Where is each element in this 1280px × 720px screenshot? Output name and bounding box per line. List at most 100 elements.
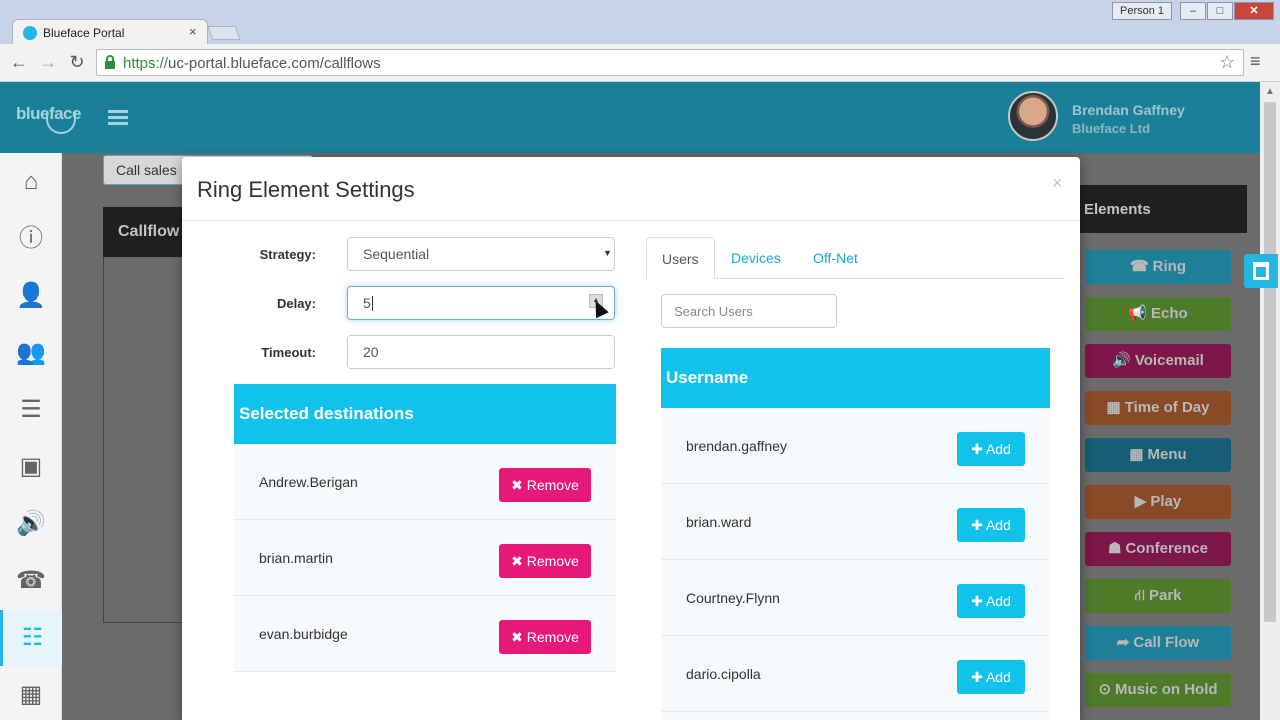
home-icon[interactable]: ⌂	[0, 154, 62, 210]
add-button[interactable]: ✚ Add	[957, 660, 1025, 694]
play-icon: ▶	[1134, 493, 1147, 510]
element-label: Call Flow	[1133, 634, 1200, 651]
notepad-icon[interactable]: ☰	[0, 382, 62, 438]
building-icon[interactable]	[1244, 254, 1278, 288]
username-cell: brian.ward	[686, 514, 752, 530]
element-label: Ring	[1152, 258, 1186, 275]
list-item: Andrew.Berigan ✖ Remove	[234, 444, 616, 520]
users-panel: Username brendan.gaffney ✚ Add brian.war…	[661, 348, 1050, 720]
delay-value: 5	[363, 295, 371, 311]
maximize-button[interactable]: □	[1207, 2, 1233, 20]
lock-icon	[105, 55, 115, 69]
app-header: blueface Brendan Gaffney Blueface Ltd	[0, 82, 1260, 153]
element-label: Echo	[1151, 305, 1188, 322]
sidebar: ⌂ ⓘ 👤 👥 ☰ ▣ 🔊 ☎ ☷ ▦	[0, 153, 62, 720]
road-icon: ⛙	[1134, 587, 1145, 604]
tab-devices[interactable]: Devices	[716, 237, 796, 279]
bookmark-star-icon[interactable]: ☆	[1219, 52, 1235, 73]
add-button[interactable]: ✚ Add	[957, 508, 1025, 542]
close-window-button[interactable]: ✕	[1234, 2, 1274, 20]
hamburger-menu-icon[interactable]	[108, 110, 128, 125]
browser-tab[interactable]: Blueface Portal ×	[12, 19, 208, 45]
tab-users[interactable]: Users	[646, 237, 715, 279]
table-row: Courtney.Flynn ✚ Add	[661, 560, 1050, 636]
tab-off-net[interactable]: Off-Net	[798, 237, 873, 279]
remove-button[interactable]: ✖ Remove	[499, 544, 591, 578]
timeout-input[interactable]: 20	[347, 335, 615, 369]
strategy-value: Sequential	[363, 246, 430, 262]
new-tab-button[interactable]	[207, 26, 241, 40]
delay-input[interactable]: 5 ▲	[347, 286, 615, 320]
element-time-of-day-button[interactable]: ▦ Time of Day	[1085, 391, 1231, 425]
element-park-button[interactable]: ⛙ Park	[1085, 579, 1231, 613]
share-icon: ➦	[1116, 634, 1130, 651]
users-icon[interactable]: 👥	[0, 325, 62, 381]
contacts-icon[interactable]: ▣	[0, 439, 62, 495]
table-row: brian.ward ✚ Add	[661, 484, 1050, 560]
element-label: Music on Hold	[1115, 681, 1218, 698]
delay-label: Delay:	[276, 296, 316, 311]
info-icon[interactable]: ⓘ	[0, 211, 62, 267]
element-label: Play	[1150, 493, 1182, 510]
calendar-icon: ▦	[1106, 399, 1121, 416]
modal-title: Ring Element Settings	[197, 177, 415, 202]
selected-destinations-heading: Selected destinations	[234, 384, 616, 444]
tab-close-icon[interactable]: ×	[189, 24, 197, 39]
page-scrollbar[interactable]: ▲	[1260, 82, 1280, 720]
strategy-select[interactable]: Sequential ▼	[347, 237, 615, 271]
scroll-thumb[interactable]	[1264, 102, 1276, 622]
strategy-label: Strategy:	[259, 247, 316, 262]
browser-toolbar: ← → ↻ https://uc-portal.blueface.com/cal…	[0, 44, 1280, 82]
destination-name: brian.martin	[259, 550, 333, 566]
remove-button[interactable]: ✖ Remove	[499, 468, 591, 502]
minimize-button[interactable]: ‒	[1180, 2, 1206, 20]
element-ring-button[interactable]: ☎ Ring	[1085, 250, 1231, 284]
element-label: Time of Day	[1124, 399, 1210, 416]
element-echo-button[interactable]: 📢 Echo	[1085, 297, 1231, 331]
element-voicemail-button[interactable]: 🔊 Voicemail	[1085, 344, 1231, 378]
element-menu-button[interactable]: ▦ Menu	[1085, 438, 1231, 472]
elements-heading: Elements	[1080, 185, 1247, 233]
callflow-canvas	[103, 207, 183, 623]
address-bar[interactable]: https://uc-portal.blueface.com/callflows…	[96, 49, 1244, 76]
element-conference-button[interactable]: ☗ Conference	[1085, 532, 1231, 566]
element-call-flow-button[interactable]: ➦ Call Flow	[1085, 626, 1231, 660]
speaker-icon[interactable]: 🔊	[0, 496, 62, 552]
user-name: Brendan Gaffney	[1072, 102, 1185, 118]
text-caret	[371, 296, 373, 311]
add-button[interactable]: ✚ Add	[957, 584, 1025, 618]
username-cell: Courtney.Flynn	[686, 590, 780, 606]
user-org: Blueface Ltd	[1072, 121, 1151, 136]
remove-button[interactable]: ✖ Remove	[499, 620, 591, 654]
add-button[interactable]: ✚ Add	[957, 432, 1025, 466]
user-icon[interactable]: 👤	[0, 268, 62, 324]
modal-close-icon[interactable]: ×	[1052, 173, 1063, 194]
element-play-button[interactable]: ▶ Play	[1085, 485, 1231, 519]
browser-menu-icon[interactable]: ≡	[1250, 51, 1261, 72]
destination-name: evan.burbidge	[259, 626, 348, 642]
element-music-on-hold-button[interactable]: ⊙ Music on Hold	[1085, 673, 1231, 707]
play-circle-icon: ⊙	[1098, 681, 1112, 698]
search-users-input[interactable]	[661, 294, 837, 328]
scroll-up-icon[interactable]: ▲	[1265, 86, 1275, 97]
user-avatar[interactable]	[1008, 91, 1058, 141]
reload-icon[interactable]: ↻	[66, 52, 88, 73]
tab-title: Blueface Portal	[43, 26, 125, 40]
profile-button[interactable]: Person 1	[1112, 2, 1172, 20]
favicon-icon	[23, 26, 37, 40]
grid-icon[interactable]: ▦	[0, 667, 62, 720]
forward-icon[interactable]: →	[37, 52, 59, 73]
phone-icon[interactable]: ☎	[0, 553, 62, 609]
sliders-icon[interactable]: ☷	[0, 610, 62, 666]
browser-titlebar: Blueface Portal × Person 1 ‒ □ ✕	[0, 0, 1280, 45]
logo-arc	[46, 112, 76, 134]
speaker-icon: 🔊	[1112, 352, 1131, 369]
back-icon[interactable]: ←	[8, 52, 30, 73]
list-item: evan.burbidge ✖ Remove	[234, 596, 616, 672]
callflow-heading: Callflow	[103, 207, 183, 257]
element-label: Park	[1149, 587, 1182, 604]
ring-element-settings-modal: Ring Element Settings × Strategy: Sequen…	[182, 157, 1080, 720]
username-cell: dario.cipolla	[686, 666, 761, 682]
chevron-down-icon: ▼	[603, 248, 612, 258]
timeout-label: Timeout:	[261, 345, 316, 360]
